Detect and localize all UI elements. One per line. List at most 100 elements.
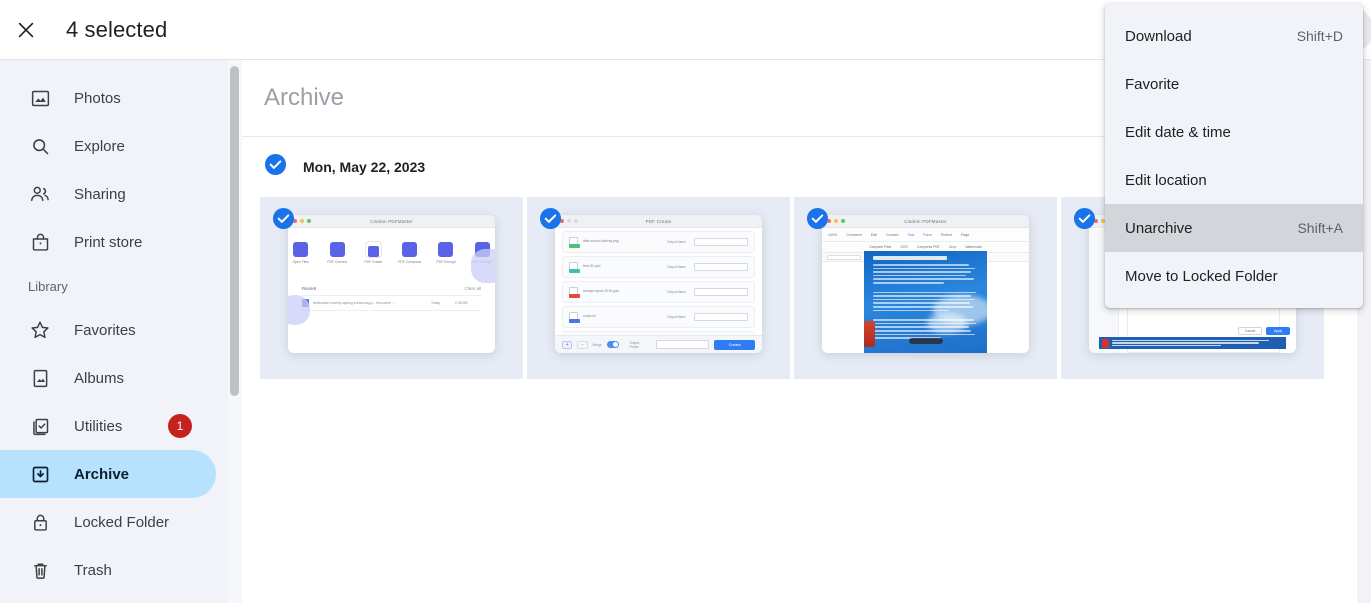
sidebar-scrollbar[interactable] bbox=[228, 60, 242, 603]
menu-item-favorite[interactable]: Favorite bbox=[1105, 60, 1363, 108]
sidebar-item-favorites[interactable]: Favorites bbox=[0, 306, 216, 354]
output-name-label: Output Name bbox=[667, 265, 686, 269]
menu-item-edit-date-time[interactable]: Edit date & time bbox=[1105, 108, 1363, 156]
toolbar-page[interactable]: Page bbox=[961, 233, 969, 237]
add-file-button[interactable]: + bbox=[562, 340, 573, 349]
sidebar-item-label: Photos bbox=[74, 89, 121, 107]
encrypt-icon bbox=[438, 242, 454, 257]
tool-open-files: Open Files bbox=[288, 242, 313, 264]
tool-label: Open Files bbox=[292, 260, 309, 264]
sidebar-item-albums[interactable]: Albums bbox=[0, 354, 216, 402]
sidebar-item-label: Archive bbox=[74, 465, 130, 483]
recent-file-when: Today bbox=[431, 301, 441, 305]
output-folder-input[interactable] bbox=[655, 340, 710, 349]
output-name-label: Output Name bbox=[667, 290, 686, 294]
toolbar-watermark[interactable]: Watermark bbox=[965, 245, 981, 249]
photo-tile[interactable]: Cisdem PDFMaster 100% Comment Edit Conve… bbox=[794, 197, 1057, 379]
file-icon bbox=[569, 261, 580, 273]
photo-icon bbox=[28, 86, 52, 110]
section-select[interactable] bbox=[827, 254, 861, 260]
sidebar-scrollbar-thumb[interactable] bbox=[230, 66, 239, 396]
output-name-input[interactable] bbox=[694, 263, 748, 271]
sidebar-item-utilities[interactable]: Utilities 1 bbox=[0, 402, 216, 450]
toolbar-comment[interactable]: Comment bbox=[846, 233, 862, 237]
screenshot-thumbnail: Cisdem PDFMaster 100% Comment Edit Conve… bbox=[822, 215, 1029, 353]
photo-checkbox[interactable] bbox=[272, 207, 295, 235]
toolbar-tool[interactable]: Tool bbox=[908, 233, 915, 237]
menu-item-edit-location[interactable]: Edit location bbox=[1105, 156, 1363, 204]
menu-item-label: Edit date & time bbox=[1125, 123, 1231, 141]
toolbar-protect[interactable]: Protect bbox=[941, 233, 952, 237]
file-icon bbox=[569, 311, 580, 323]
window-titlebar: Cisdem PDFMaster bbox=[288, 215, 495, 228]
create-icon bbox=[365, 242, 381, 257]
toolbar-compress-pdf[interactable]: Compress PDF bbox=[917, 245, 940, 249]
sidebar-item-trash[interactable]: Trash bbox=[0, 546, 216, 594]
toolbar-form[interactable]: Form bbox=[923, 233, 931, 237]
output-folder-label: Output Folder bbox=[629, 340, 640, 349]
archive-icon bbox=[28, 462, 52, 486]
cancel-button[interactable]: Cancel bbox=[1238, 327, 1262, 335]
close-selection-button[interactable] bbox=[4, 8, 48, 52]
decor-blob bbox=[288, 295, 310, 325]
convert-icon bbox=[329, 242, 345, 257]
date-group-checkbox[interactable] bbox=[264, 153, 287, 181]
photo-tile[interactable]: PDF Create after-school-activity.png Out… bbox=[527, 197, 790, 379]
apply-button[interactable]: Apply bbox=[1266, 327, 1290, 335]
viewer-toolbar: 100% Comment Edit Convert Tool Form Prot… bbox=[822, 228, 1029, 242]
photo-tile[interactable]: Cisdem PDFMaster Open Files PDF Convert bbox=[260, 197, 523, 379]
menu-item-download[interactable]: Download Shift+D bbox=[1105, 12, 1363, 60]
tool-label: PDF Compress bbox=[398, 260, 422, 264]
sidebar-item-label: Sharing bbox=[74, 185, 126, 203]
page-heading bbox=[873, 256, 947, 260]
window-titlebar: Cisdem PDFMaster bbox=[822, 215, 1029, 228]
recent-header: Recent Clear all bbox=[302, 286, 481, 291]
toolbar-compare-files[interactable]: Compare Files bbox=[869, 245, 891, 249]
photo-checkbox[interactable] bbox=[806, 207, 829, 235]
album-icon bbox=[28, 366, 52, 390]
output-name-label: Output Name bbox=[667, 240, 686, 244]
trash-icon bbox=[28, 558, 52, 582]
sidebar-item-explore[interactable]: Explore bbox=[0, 122, 216, 170]
sidebar-item-label: Utilities bbox=[74, 417, 123, 435]
folder-icon bbox=[293, 242, 309, 257]
menu-item-unarchive[interactable]: Unarchive Shift+A bbox=[1105, 204, 1363, 252]
menu-item-move-to-locked-folder[interactable]: Move to Locked Folder bbox=[1105, 252, 1363, 300]
menu-item-label: Move to Locked Folder bbox=[1125, 267, 1278, 285]
sidebar-item-label: Albums bbox=[74, 369, 125, 387]
window-title: PDF Create bbox=[645, 218, 672, 224]
tool-pdf-compress: PDF Compress bbox=[397, 242, 422, 264]
photo-checkbox[interactable] bbox=[1073, 207, 1096, 235]
file-name: annual-report-2019.pptx bbox=[583, 289, 620, 294]
photo-checkbox[interactable] bbox=[539, 207, 562, 235]
output-name-input[interactable] bbox=[694, 313, 748, 321]
sidebar-item-sharing[interactable]: Sharing bbox=[0, 170, 216, 218]
window-title: Cisdem PDFMaster bbox=[370, 218, 413, 224]
window-title: Cisdem PDFMaster bbox=[904, 218, 947, 224]
toolbar-crop[interactable]: Crop bbox=[949, 245, 956, 249]
cloud-decor bbox=[927, 313, 967, 333]
sidebar-item-photos[interactable]: Photos bbox=[0, 74, 216, 122]
tool-row: Open Files PDF Convert PDF Create PDF Co… bbox=[288, 228, 495, 264]
dialog-buttons: Cancel Apply bbox=[1238, 327, 1290, 335]
sidebar-item-print-store[interactable]: Print store bbox=[0, 218, 216, 266]
merge-toggle[interactable] bbox=[606, 341, 619, 348]
pdf-file-icon bbox=[1102, 338, 1109, 348]
output-name-input[interactable] bbox=[694, 238, 748, 246]
sidebar-item-label: Locked Folder bbox=[74, 513, 170, 531]
remove-file-button[interactable]: − bbox=[577, 340, 588, 349]
page-decor bbox=[864, 321, 875, 347]
output-name-input[interactable] bbox=[694, 288, 748, 296]
create-button[interactable]: Create bbox=[714, 339, 755, 350]
menu-item-label: Favorite bbox=[1125, 75, 1180, 93]
sidebar-item-locked-folder[interactable]: Locked Folder bbox=[0, 498, 216, 546]
toolbar-edit[interactable]: Edit bbox=[871, 233, 877, 237]
menu-item-label: Edit location bbox=[1125, 171, 1207, 189]
toolbar-convert[interactable]: Convert bbox=[886, 233, 899, 237]
toolbar-ocr[interactable]: OCR bbox=[900, 245, 908, 249]
sidebar-item-archive[interactable]: Archive bbox=[0, 450, 216, 498]
screenshot-thumbnail: Cisdem PDFMaster Open Files PDF Convert bbox=[288, 215, 495, 353]
search-icon bbox=[28, 134, 52, 158]
selection-count-label: 4 selected bbox=[66, 16, 168, 42]
sidebar-item-label: Trash bbox=[74, 561, 112, 579]
